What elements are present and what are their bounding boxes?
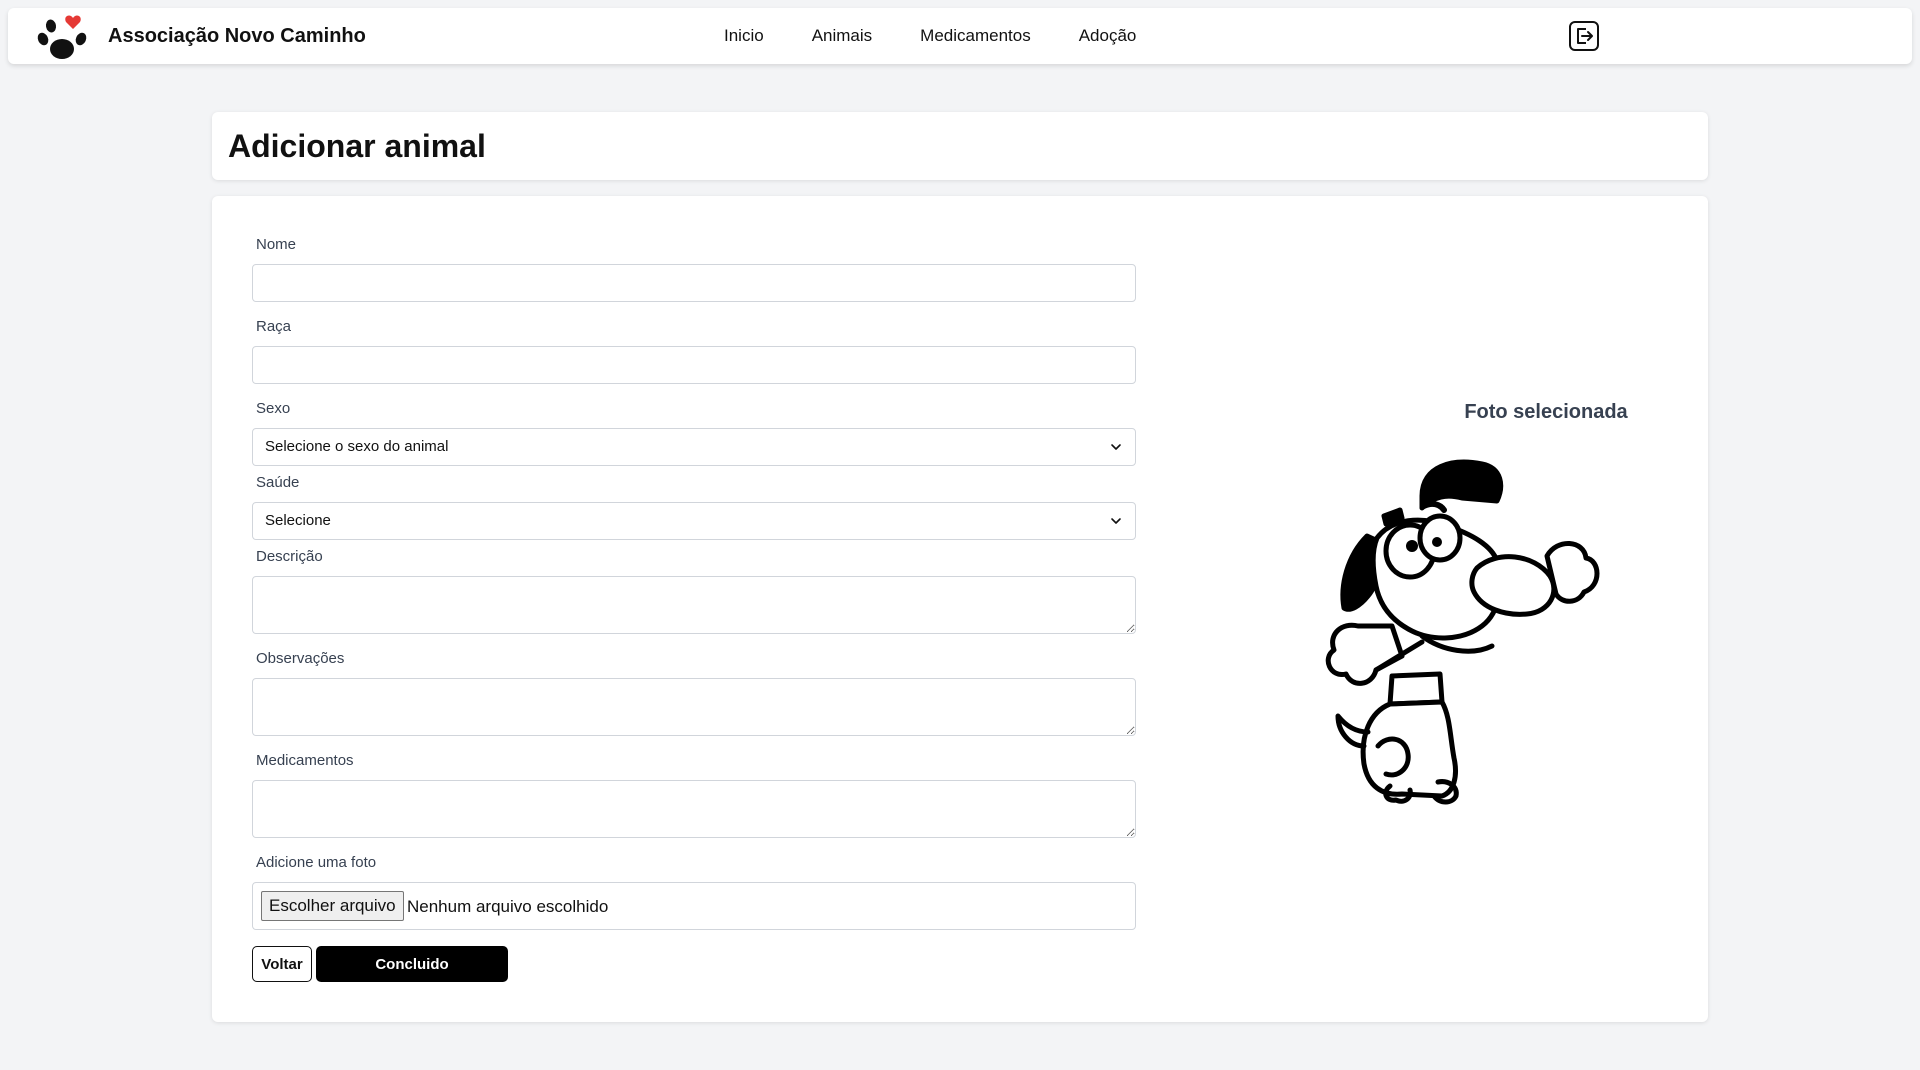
photo-file-input[interactable]: Escolher arquivo Nenhum arquivo escolhid… [252, 882, 1136, 930]
nav-medicamentos[interactable]: Medicamentos [920, 26, 1031, 46]
back-button[interactable]: Voltar [252, 946, 312, 982]
photo-label: Adicione uma foto [256, 854, 377, 871]
done-button[interactable]: Concluido [316, 946, 508, 982]
title-card: Adicionar animal [212, 112, 1708, 180]
breed-input[interactable] [252, 346, 1136, 384]
description-textarea[interactable] [252, 576, 1136, 634]
chevron-down-icon [1111, 518, 1121, 524]
medications-textarea[interactable] [252, 780, 1136, 838]
add-animal-form: Nome Raça Sexo Selecione o sexo do anima… [212, 196, 1708, 1022]
description-label: Descrição [256, 548, 323, 565]
main-nav: Inicio Animais Medicamentos Adoção [724, 8, 1136, 64]
photo-preview-title: Foto selecionada [1464, 401, 1628, 423]
nav-animais[interactable]: Animais [812, 26, 872, 46]
chevron-down-icon [1111, 444, 1121, 450]
cartoon-dog-image [1325, 459, 1600, 805]
health-select[interactable]: Selecione [252, 502, 1136, 540]
file-status: Nenhum arquivo escolhido [407, 897, 609, 916]
nav-inicio[interactable]: Inicio [724, 26, 764, 46]
brand-name: Associação Novo Caminho [108, 25, 366, 47]
sex-label: Sexo [256, 400, 291, 417]
name-label: Nome [256, 236, 297, 253]
choose-file-button[interactable]: Escolher arquivo [261, 891, 404, 921]
notes-label: Observações [256, 650, 345, 667]
breed-label: Raça [256, 318, 292, 335]
name-input[interactable] [252, 264, 1136, 302]
sex-select-value: Selecione o sexo do animal [265, 438, 449, 455]
page-title: Adicionar animal [228, 128, 486, 164]
logout-icon[interactable] [1568, 20, 1600, 52]
medications-label: Medicamentos [256, 752, 354, 769]
sex-select[interactable]: Selecione o sexo do animal [252, 428, 1136, 466]
health-label: Saúde [256, 474, 300, 491]
notes-textarea[interactable] [252, 678, 1136, 736]
paw-heart-icon[interactable] [34, 14, 90, 64]
health-select-value: Selecione [265, 512, 331, 529]
navbar: Associação Novo Caminho Inicio Animais M… [8, 8, 1912, 64]
nav-adocao[interactable]: Adoção [1079, 26, 1137, 46]
